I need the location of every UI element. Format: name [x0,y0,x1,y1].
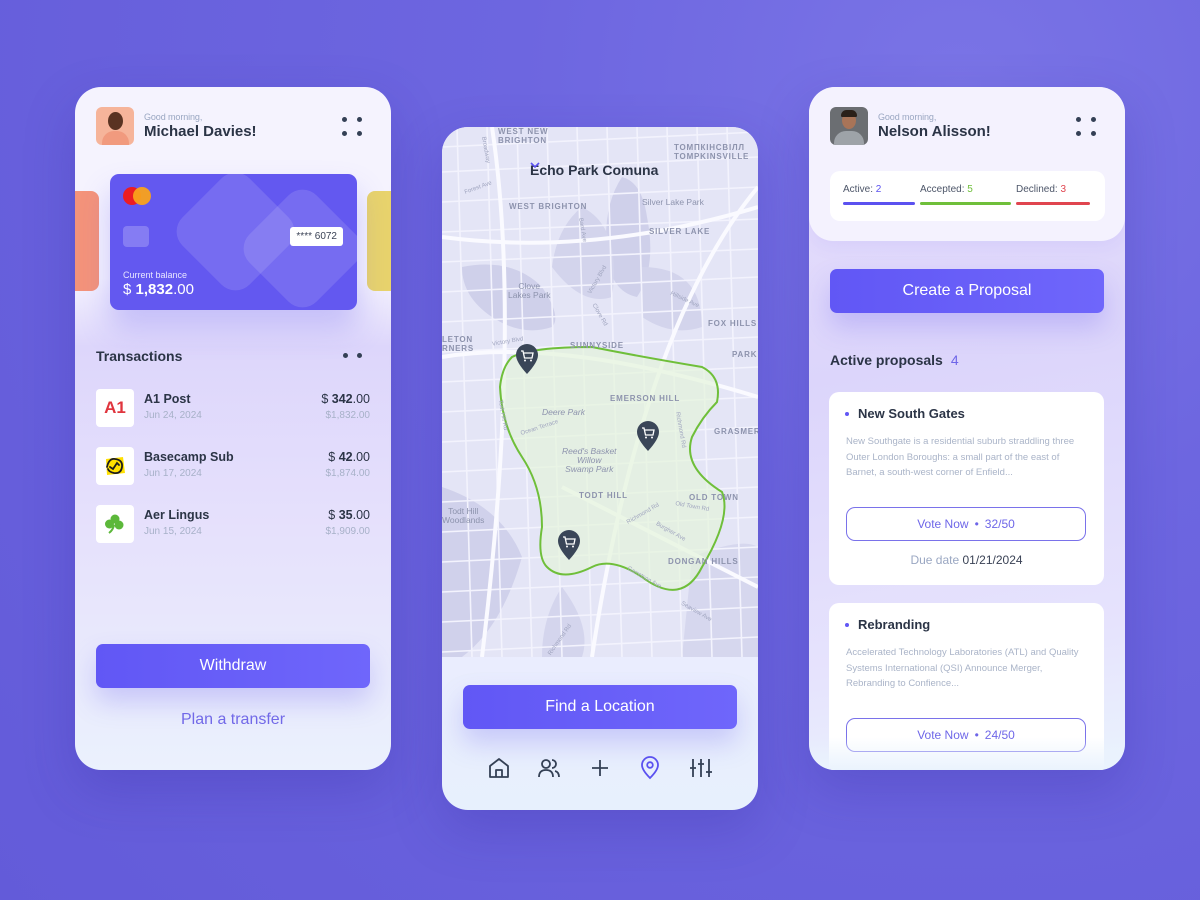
add-icon[interactable] [587,755,613,781]
prev-card-peek[interactable] [75,191,99,291]
proposal-title: New South Gates [845,406,965,421]
proposal-description: Accelerated Technology Laboratories (ATL… [846,647,1079,689]
store-pin-icon[interactable] [514,343,540,375]
map-label: Deere Park [542,407,585,417]
people-icon[interactable] [536,755,562,781]
stat-declined[interactable]: Declined: 3 [1016,184,1066,195]
map-label: SUNNYSIDE [570,341,624,350]
transaction-amount: $ 342.00 [321,392,370,406]
transaction-balance: $1,909.00 [325,526,371,537]
greeting-text: Good morning, [878,112,937,122]
avatar[interactable] [830,107,868,145]
stat-active[interactable]: Active: 2 [843,184,881,195]
chip-icon [123,226,149,247]
settings-sliders-icon[interactable] [688,755,714,781]
active-proposals-title: Active proposals 4 [830,352,959,368]
map-label: DONGAN HILLS [668,557,739,566]
create-proposal-button[interactable]: Create a Proposal [830,269,1104,313]
user-name: Nelson Alisson! [878,123,991,140]
map-label: SILVER LAKE [649,227,711,236]
proposal-card[interactable]: New South Gates New Southgate is a resid… [829,392,1104,585]
transaction-balance: $1,832.00 [325,410,371,421]
balance-label: Current balance [123,270,188,280]
transactions-title: Transactions [96,348,183,364]
user-header: Good morning, Michael Davies! [96,107,257,145]
map-label: TODT HILL [579,491,628,500]
map-label: EMERSON HILL [610,394,681,403]
active-bar [843,202,915,205]
home-icon[interactable] [486,755,512,781]
menu-icon[interactable] [1076,117,1096,137]
map-label: Silver Lake Park [642,197,704,207]
plan-transfer-link[interactable]: Plan a transfer [75,711,391,729]
next-card-peek[interactable] [367,191,391,291]
transaction-name: A1 Post [144,392,191,406]
chevron-down-icon [530,162,540,168]
store-pin-icon[interactable] [635,420,661,452]
location-pin-icon[interactable] [637,755,663,781]
card-number: **** 6072 [290,227,343,246]
proposal-description: New Southgate is a residential suburb st… [846,436,1075,478]
location-selector[interactable]: Echo Park Comuna [530,162,658,178]
map-label: Clove Lakes Park [508,281,551,300]
map-label: LETON RNERS [442,335,475,353]
menu-icon[interactable] [342,117,362,137]
transaction-date: Jun 17, 2024 [144,468,202,479]
map-label: WEST BRIGHTON [509,202,588,211]
transaction-row[interactable]: Basecamp Sub Jun 17, 2024 $ 42.00 $1,874… [96,447,370,485]
map-label: TOMPKINSVILLE [674,152,750,161]
map-label: Todt Hill Woodlands [442,506,485,525]
shamrock-logo [96,505,134,543]
map-label: OLD TOWN [689,493,739,502]
transaction-row[interactable]: A1 A1 Post Jun 24, 2024 $ 342.00 $1,832.… [96,389,370,427]
bottom-fade [809,737,1125,770]
find-location-button[interactable]: Find a Location [463,685,737,729]
balance-amount: $ 1,832.00 [123,281,194,298]
map-view[interactable]: Echo Park Comuna WEST NEW BRIGHTON ТОМПК… [442,127,758,657]
accepted-bar [920,202,1011,205]
map-label: GRASMERE [714,427,758,436]
store-pin-icon[interactable] [556,529,582,561]
proposals-screen: Good morning, Nelson Alisson! Active: 2 … [809,87,1125,770]
map-streets [442,127,758,657]
map-label: WEST NEW BRIGHTON [498,127,549,145]
map-label: ТОМПКІНСВІЛЛ [674,143,745,152]
user-header: Good morning, Nelson Alisson! [830,107,991,145]
transaction-date: Jun 24, 2024 [144,410,202,421]
wallet-screen: Good morning, Michael Davies! **** 6072 … [75,87,391,770]
a1-logo: A1 [96,389,134,427]
transaction-name: Aer Lingus [144,508,210,522]
proposal-stats: Active: 2 Accepted: 5 Declined: 3 [830,171,1105,221]
mastercard-icon [123,187,151,205]
withdraw-button[interactable]: Withdraw [96,644,370,688]
user-name: Michael Davies! [144,123,257,140]
greeting-text: Good morning, [144,112,203,122]
location-title: Echo Park Comuna [530,162,659,178]
vote-now-button[interactable]: Vote Now • 32/50 [846,507,1086,541]
transaction-amount: $ 42.00 [328,450,370,464]
transaction-amount: $ 35.00 [328,508,370,522]
basecamp-logo [96,447,134,485]
declined-bar [1016,202,1090,205]
transactions-more-icon[interactable] [343,353,362,358]
due-date: Due date 01/21/2024 [910,553,1023,567]
map-screen: Echo Park Comuna WEST NEW BRIGHTON ТОМПК… [442,127,758,810]
map-label: PARK [732,350,758,359]
stat-accepted[interactable]: Accepted: 5 [920,184,973,195]
transaction-balance: $1,874.00 [325,468,371,479]
proposal-title: Rebranding [844,617,930,632]
bottom-nav [442,747,758,787]
avatar[interactable] [96,107,134,145]
transaction-name: Basecamp Sub [144,450,234,464]
credit-card[interactable]: **** 6072 Current balance $ 1,832.00 [110,174,357,310]
transaction-date: Jun 15, 2024 [144,526,202,537]
map-label: FOX HILLS [708,319,757,328]
map-label: Reed's Basket Willow Swamp Park [562,446,617,474]
transaction-row[interactable]: Aer Lingus Jun 15, 2024 $ 35.00 $1,909.0… [96,505,370,543]
